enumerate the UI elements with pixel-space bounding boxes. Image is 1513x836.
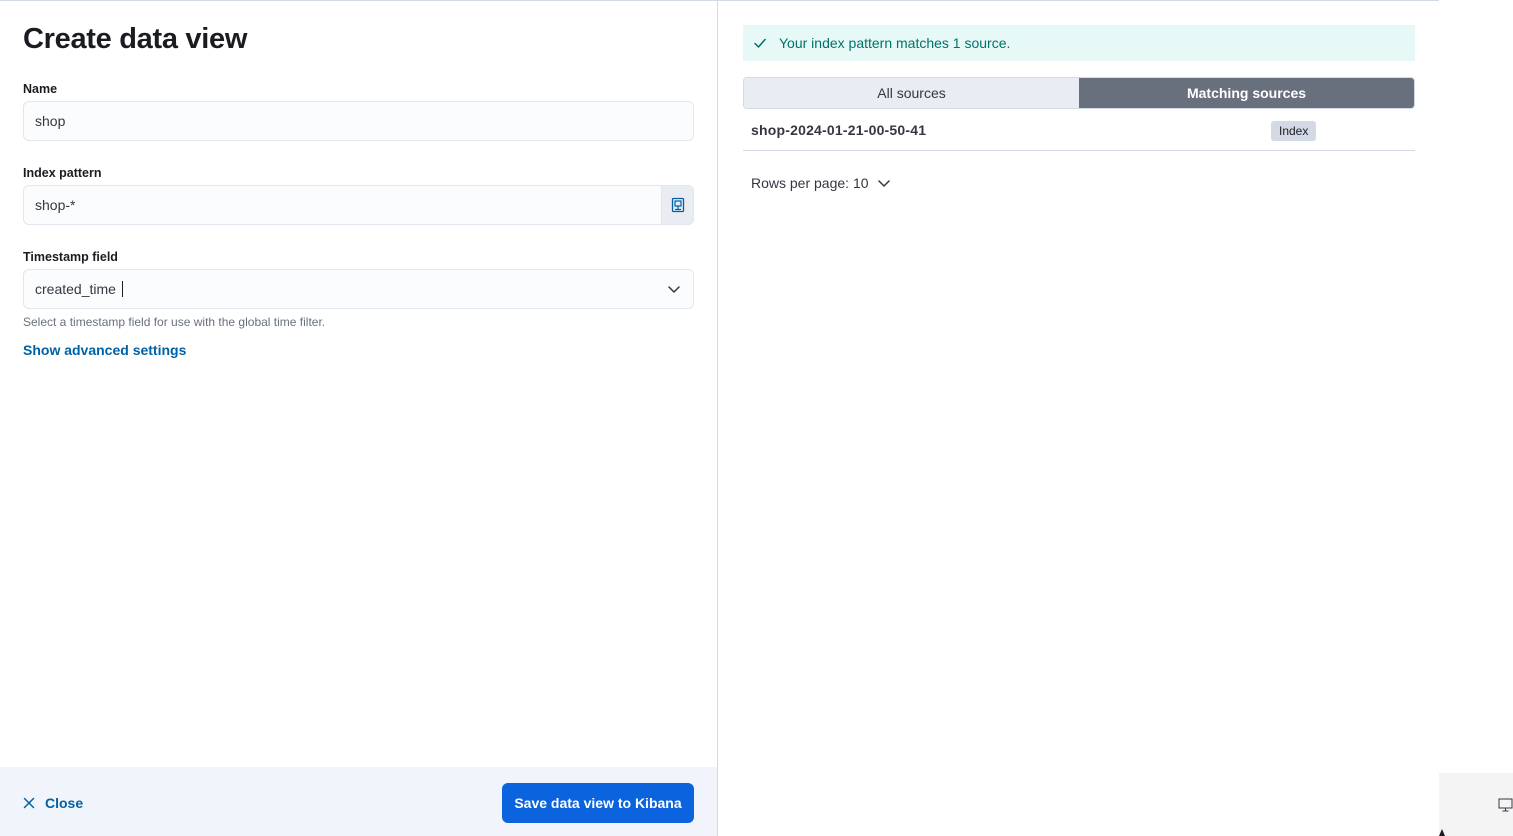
tab-all-sources[interactable]: All sources xyxy=(744,78,1079,108)
callout-text: Your index pattern matches 1 source. xyxy=(779,35,1011,51)
chevron-down-icon xyxy=(668,286,680,293)
flyout-footer: Close Save data view to Kibana xyxy=(0,767,717,836)
table-row: shop-2024-01-21-00-50-41 Index xyxy=(743,110,1415,151)
name-label: Name xyxy=(23,82,58,96)
timestamp-value-wrap: created_time xyxy=(35,281,123,297)
chevron-down-icon xyxy=(877,180,890,187)
check-icon xyxy=(754,38,766,48)
rows-per-page-button[interactable]: Rows per page: 10 xyxy=(751,175,891,191)
index-mapping-icon xyxy=(671,197,684,213)
tab-matching-sources[interactable]: Matching sources xyxy=(1079,78,1414,108)
monitor-icon xyxy=(1498,798,1513,812)
system-tray-widget xyxy=(1439,773,1513,836)
rows-per-page-label: Rows per page: 10 xyxy=(751,175,869,191)
name-field[interactable]: shop xyxy=(23,101,694,141)
index-pattern-value: shop-* xyxy=(35,197,76,213)
source-tabs: All sources Matching sources xyxy=(743,77,1415,109)
timestamp-help-text: Select a timestamp field for use with th… xyxy=(23,315,326,329)
index-pattern-field[interactable]: shop-* xyxy=(23,185,694,225)
page-title: Create data view xyxy=(23,23,248,55)
cursor-arrow-icon xyxy=(1439,829,1445,836)
source-name: shop-2024-01-21-00-50-41 xyxy=(751,122,927,138)
save-data-view-button[interactable]: Save data view to Kibana xyxy=(502,783,694,823)
timestamp-combobox[interactable]: created_time xyxy=(23,269,694,309)
timestamp-value: created_time xyxy=(35,281,116,297)
show-advanced-settings-link[interactable]: Show advanced settings xyxy=(23,342,186,358)
source-type-badge: Index xyxy=(1271,121,1317,141)
index-pattern-label: Index pattern xyxy=(23,166,102,180)
text-caret xyxy=(121,281,123,297)
close-label: Close xyxy=(45,795,84,811)
close-icon xyxy=(23,797,35,809)
timestamp-label: Timestamp field xyxy=(23,250,118,264)
create-data-view-flyout: Create data view Name shop Index pattern… xyxy=(0,1,718,836)
close-button[interactable]: Close xyxy=(23,795,83,811)
index-pattern-append-button[interactable] xyxy=(661,185,694,225)
name-value: shop xyxy=(35,113,66,129)
timestamp-dropdown-toggle[interactable] xyxy=(666,281,682,297)
match-callout: Your index pattern matches 1 source. xyxy=(743,25,1415,61)
